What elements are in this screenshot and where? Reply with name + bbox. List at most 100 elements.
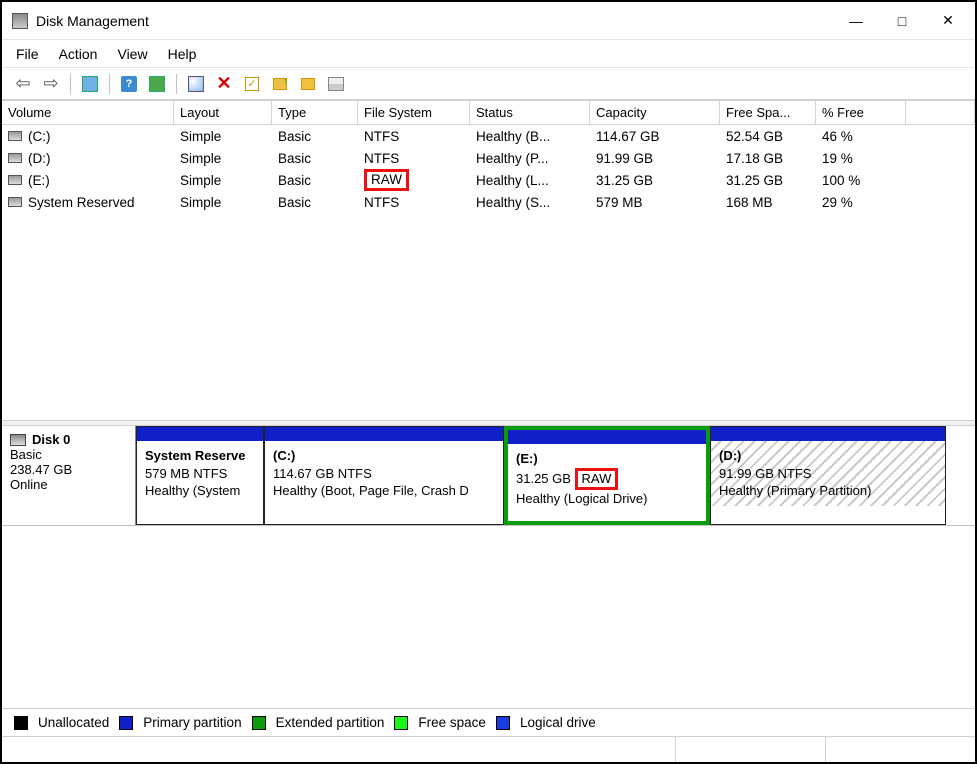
col-pctfree[interactable]: % Free <box>816 101 906 125</box>
volume-pctfree: 19 % <box>816 151 906 166</box>
menu-action[interactable]: Action <box>59 46 98 62</box>
partition-color-bar <box>508 430 706 444</box>
list-icon <box>328 77 344 91</box>
swatch-logical <box>496 716 510 730</box>
properties-button[interactable] <box>79 73 101 95</box>
close-button[interactable]: ✕ <box>925 5 971 37</box>
partition[interactable]: (E:)31.25 GB RAWHealthy (Logical Drive) <box>504 426 710 525</box>
disk-type: Basic <box>10 447 127 462</box>
menu-file[interactable]: File <box>16 46 39 62</box>
col-free[interactable]: Free Spa... <box>720 101 816 125</box>
x-icon: ✕ <box>216 73 231 94</box>
partition-status: Healthy (Logical Drive) <box>516 490 698 508</box>
refresh-icon <box>149 76 165 92</box>
col-spacer <box>906 101 975 125</box>
menu-view[interactable]: View <box>117 46 147 62</box>
col-status[interactable]: Status <box>470 101 590 125</box>
volume-capacity: 91.99 GB <box>590 151 720 166</box>
volume-fs: RAW <box>358 169 470 191</box>
refresh-button[interactable] <box>146 73 168 95</box>
volume-pctfree: 100 % <box>816 173 906 188</box>
partition-size-fs: 31.25 GB RAW <box>516 468 698 490</box>
partition-size-fs: 114.67 GB NTFS <box>273 465 495 483</box>
fs-highlight: RAW <box>364 169 409 191</box>
partition-color-bar <box>265 427 503 441</box>
legend-extended: Extended partition <box>276 715 385 730</box>
volume-status: Healthy (S... <box>470 195 590 210</box>
minimize-button[interactable]: — <box>833 5 879 37</box>
volume-type: Basic <box>272 173 358 188</box>
volume-name: (C:) <box>28 129 51 144</box>
col-type[interactable]: Type <box>272 101 358 125</box>
col-capacity[interactable]: Capacity <box>590 101 720 125</box>
volume-capacity: 31.25 GB <box>590 173 720 188</box>
drive-icon <box>8 131 22 141</box>
forward-button[interactable] <box>40 73 62 95</box>
volume-name: System Reserved <box>28 195 135 210</box>
import-button[interactable] <box>269 73 291 95</box>
partition-strip: System Reserve579 MB NTFSHealthy (System… <box>136 426 975 525</box>
volume-name: (E:) <box>28 173 50 188</box>
volume-row[interactable]: (E:)SimpleBasicRAWHealthy (L...31.25 GB3… <box>2 169 975 191</box>
volume-list-body[interactable]: (C:)SimpleBasicNTFSHealthy (B...114.67 G… <box>2 125 975 420</box>
disk-state: Online <box>10 477 127 492</box>
volume-capacity: 114.67 GB <box>590 129 720 144</box>
legend-free: Free space <box>418 715 486 730</box>
volume-list-header: Volume Layout Type File System Status Ca… <box>2 101 975 125</box>
volume-fs: NTFS <box>358 151 470 166</box>
help-button[interactable]: ? <box>118 73 140 95</box>
drive-icon <box>8 153 22 163</box>
partition-name: System Reserve <box>145 447 255 465</box>
partition-status: Healthy (Primary Partition) <box>719 482 937 500</box>
partition[interactable]: (D:)91.99 GB NTFSHealthy (Primary Partit… <box>710 426 946 525</box>
fs-highlight: RAW <box>575 468 619 490</box>
explore-button[interactable] <box>297 73 319 95</box>
rescan-button[interactable] <box>185 73 207 95</box>
properties-icon <box>82 76 98 92</box>
mark-button[interactable]: ✓ <box>241 73 263 95</box>
volume-row[interactable]: System ReservedSimpleBasicNTFSHealthy (S… <box>2 191 975 213</box>
view-list-button[interactable] <box>325 73 347 95</box>
maximize-button[interactable]: □ <box>879 5 925 37</box>
volume-row[interactable]: (C:)SimpleBasicNTFSHealthy (B...114.67 G… <box>2 125 975 147</box>
col-layout[interactable]: Layout <box>174 101 272 125</box>
help-icon: ? <box>121 76 137 92</box>
volume-layout: Simple <box>174 151 272 166</box>
volume-layout: Simple <box>174 195 272 210</box>
volume-free: 17.18 GB <box>720 151 816 166</box>
partition[interactable]: System Reserve579 MB NTFSHealthy (System <box>136 426 264 525</box>
folder-up-icon <box>273 78 287 90</box>
legend-primary: Primary partition <box>143 715 241 730</box>
toolbar: ? ✕ ✓ <box>2 68 975 100</box>
back-button[interactable] <box>12 73 34 95</box>
partition[interactable]: (C:)114.67 GB NTFSHealthy (Boot, Page Fi… <box>264 426 504 525</box>
menu-help[interactable]: Help <box>168 46 197 62</box>
legend-logical: Logical drive <box>520 715 596 730</box>
disk-size: 238.47 GB <box>10 462 127 477</box>
col-volume[interactable]: Volume <box>2 101 174 125</box>
volume-row[interactable]: (D:)SimpleBasicNTFSHealthy (P...91.99 GB… <box>2 147 975 169</box>
disk-info[interactable]: Disk 0 Basic 238.47 GB Online <box>2 426 136 525</box>
volume-name: (D:) <box>28 151 51 166</box>
disk-row[interactable]: Disk 0 Basic 238.47 GB Online System Res… <box>2 426 975 526</box>
check-icon: ✓ <box>245 77 259 91</box>
volume-pctfree: 29 % <box>816 195 906 210</box>
partition-size-fs: 579 MB NTFS <box>145 465 255 483</box>
delete-button[interactable]: ✕ <box>213 73 235 95</box>
partition-name: (E:) <box>516 450 698 468</box>
legend-unallocated: Unallocated <box>38 715 109 730</box>
folder-search-icon <box>301 78 315 90</box>
partition-status: Healthy (System <box>145 482 255 500</box>
partition-color-bar <box>137 427 263 441</box>
partition-color-bar <box>711 427 945 441</box>
magnifier-icon <box>188 76 204 92</box>
legend: Unallocated Primary partition Extended p… <box>2 708 975 736</box>
swatch-unallocated <box>14 716 28 730</box>
volume-fs: NTFS <box>358 195 470 210</box>
swatch-free <box>394 716 408 730</box>
drive-icon <box>8 175 22 185</box>
menubar: File Action View Help <box>2 40 975 68</box>
col-fs[interactable]: File System <box>358 101 470 125</box>
window-title: Disk Management <box>36 13 149 29</box>
statusbar <box>2 736 975 762</box>
